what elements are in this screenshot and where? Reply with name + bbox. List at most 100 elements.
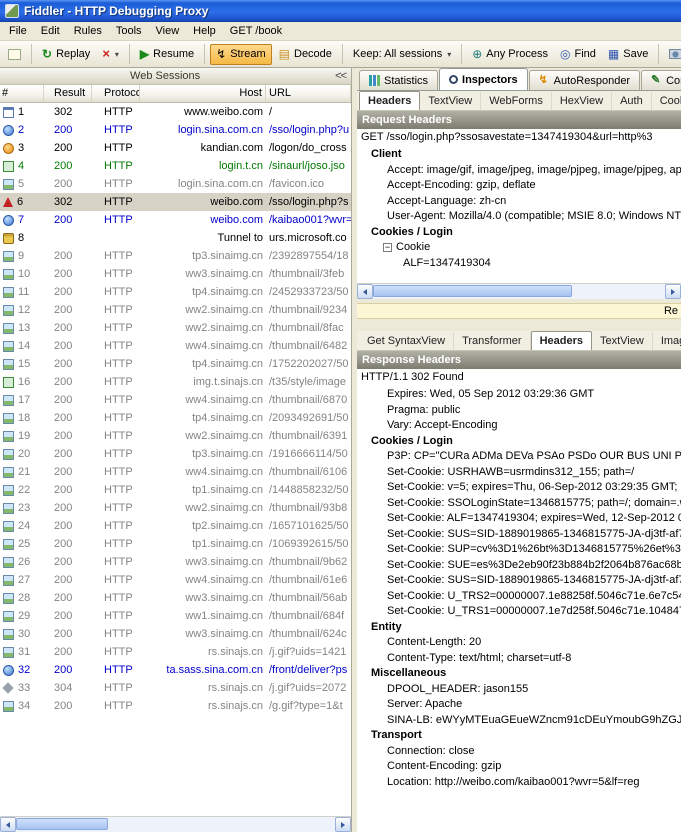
header-item[interactable]: Set-Cookie: SUS=SID-1889019865-134681577…	[357, 573, 681, 589]
session-row-30[interactable]: 30200HTTPww3.sinaimg.cn/thumbnail/624c	[0, 625, 351, 643]
header-item[interactable]: Location: http://weibo.com/kaibao001?wvr…	[357, 775, 681, 791]
session-row-13[interactable]: 13200HTTPww2.sinaimg.cn/thumbnail/8fac	[0, 319, 351, 337]
comment-button[interactable]	[3, 46, 26, 63]
stream-toggle-button[interactable]: ↯Stream	[210, 44, 272, 65]
header-item[interactable]: Set-Cookie: U_TRS2=00000007.1e88258f.504…	[357, 589, 681, 605]
header-item[interactable]: Set-Cookie: v=5; expires=Thu, 06-Sep-201…	[357, 480, 681, 496]
session-row-25[interactable]: 25200HTTPtp1.sinaimg.cn/1069392615/50	[0, 535, 351, 553]
session-row-19[interactable]: 19200HTTPww2.sinaimg.cn/thumbnail/6391	[0, 427, 351, 445]
response-tab-transformer[interactable]: Transformer	[454, 332, 531, 350]
scroll-right-button[interactable]	[335, 817, 351, 832]
session-row-32[interactable]: 32200HTTPta.sass.sina.com.cn/front/deliv…	[0, 661, 351, 679]
column-header-host[interactable]: Host	[140, 85, 266, 102]
session-row-15[interactable]: 15200HTTPtp4.sinaimg.cn/1752202027/50	[0, 355, 351, 373]
keep-sessions-dropdown[interactable]: Keep: All sessions▾	[348, 45, 456, 64]
request-tab-headers[interactable]: Headers	[359, 91, 420, 110]
session-row-28[interactable]: 28200HTTPww3.sinaimg.cn/thumbnail/56ab	[0, 589, 351, 607]
header-item[interactable]: Accept-Language: zh-cn	[357, 194, 681, 210]
session-row-17[interactable]: 17200HTTPww4.sinaimg.cn/thumbnail/6870	[0, 391, 351, 409]
find-button[interactable]: ◎Find	[555, 45, 601, 64]
scroll-left-button[interactable]	[0, 817, 16, 832]
response-tab-headers[interactable]: Headers	[531, 331, 592, 350]
session-row-29[interactable]: 29200HTTPww1.sinaimg.cn/thumbnail/684f	[0, 607, 351, 625]
header-item[interactable]: Accept: image/gif, image/jpeg, image/pjp…	[357, 163, 681, 179]
header-item[interactable]: Set-Cookie: SUE=es%3De2eb90f23b884b2f206…	[357, 558, 681, 574]
session-row-7[interactable]: 7200HTTPweibo.com/kaibao001?wvr=	[0, 211, 351, 229]
cookie-group[interactable]: −Cookie	[357, 240, 681, 256]
session-row-31[interactable]: 31200HTTPrs.sinajs.cn/j.gif?uids=1421	[0, 643, 351, 661]
column-header-result[interactable]: Result	[44, 85, 92, 102]
request-tab-hexview[interactable]: HexView	[552, 92, 612, 110]
request-tab-cookies[interactable]: Cookies	[652, 92, 681, 110]
cookie-item[interactable]: ALF=1347419304	[357, 256, 681, 272]
session-row-4[interactable]: 4200HTTPlogin.t.cn/sinaurl/joso.jso	[0, 157, 351, 175]
response-status-line[interactable]: HTTP/1.1 302 Found	[357, 369, 681, 385]
header-item[interactable]: Set-Cookie: SUS=SID-1889019865-134681577…	[357, 527, 681, 543]
resume-button[interactable]: ▶Resume	[135, 45, 199, 64]
remove-sessions-button[interactable]: ×▾	[97, 45, 124, 64]
request-tab-auth[interactable]: Auth	[612, 92, 652, 110]
request-line[interactable]: GET /sso/login.php?ssosavestate=13474193…	[357, 129, 681, 145]
tab-composer[interactable]: ✎Composer	[641, 70, 681, 90]
minus-expander-icon[interactable]: −	[383, 243, 392, 252]
menu-tools[interactable]: Tools	[109, 23, 149, 39]
session-row-24[interactable]: 24200HTTPtp2.sinaimg.cn/1657101625/50	[0, 517, 351, 535]
column-header-num[interactable]: #	[0, 85, 44, 102]
session-row-14[interactable]: 14200HTTPww4.sinaimg.cn/thumbnail/6482	[0, 337, 351, 355]
screenshot-button[interactable]	[664, 46, 681, 62]
response-tab-textview[interactable]: TextView	[592, 332, 653, 350]
column-header-url[interactable]: URL	[266, 85, 351, 102]
session-row-10[interactable]: 10200HTTPww3.sinaimg.cn/thumbnail/3feb	[0, 265, 351, 283]
session-row-6[interactable]: 6302HTTPweibo.com/sso/login.php?s	[0, 193, 351, 211]
menu-get-book[interactable]: GET /book	[223, 23, 289, 39]
header-item[interactable]: Set-Cookie: ALF=1347419304; expires=Wed,…	[357, 511, 681, 527]
header-item[interactable]: Accept-Encoding: gzip, deflate	[357, 178, 681, 194]
tab-autoresponder[interactable]: ↯AutoResponder	[529, 70, 640, 90]
menu-rules[interactable]: Rules	[67, 23, 109, 39]
session-row-2[interactable]: 2200HTTPlogin.sina.com.cn/sso/login.php?…	[0, 121, 351, 139]
response-encoding-notification[interactable]: Re	[357, 303, 681, 319]
session-row-12[interactable]: 12200HTTPww2.sinaimg.cn/thumbnail/9234	[0, 301, 351, 319]
header-item[interactable]: Connection: close	[357, 744, 681, 760]
session-row-21[interactable]: 21200HTTPww4.sinaimg.cn/thumbnail/6106	[0, 463, 351, 481]
sessions-hscrollbar[interactable]	[0, 816, 351, 832]
header-item[interactable]: Set-Cookie: USRHAWB=usrmdins312_155; pat…	[357, 465, 681, 481]
session-row-22[interactable]: 22200HTTPtp1.sinaimg.cn/1448858232/50	[0, 481, 351, 499]
scroll-right-button[interactable]	[665, 284, 681, 299]
title-bar[interactable]: Fiddler - HTTP Debugging Proxy	[0, 0, 681, 22]
session-row-26[interactable]: 26200HTTPww3.sinaimg.cn/thumbnail/9b62	[0, 553, 351, 571]
header-item[interactable]: Set-Cookie: SSOLoginState=1346815775; pa…	[357, 496, 681, 512]
session-row-11[interactable]: 11200HTTPtp4.sinaimg.cn/2452933723/50	[0, 283, 351, 301]
header-item[interactable]: Content-Type: text/html; charset=utf-8	[357, 651, 681, 667]
scroll-track[interactable]	[373, 284, 665, 299]
session-row-34[interactable]: 34200HTTPrs.sinajs.cn/g.gif?type=1&t	[0, 697, 351, 715]
menu-file[interactable]: File	[2, 23, 34, 39]
request-tab-textview[interactable]: TextView	[420, 92, 481, 110]
column-header-protocol[interactable]: Protocol	[92, 85, 140, 102]
session-row-9[interactable]: 9200HTTPtp3.sinaimg.cn/2392897554/18	[0, 247, 351, 265]
session-row-18[interactable]: 18200HTTPtp4.sinaimg.cn/2093492691/50	[0, 409, 351, 427]
session-row-27[interactable]: 27200HTTPww4.sinaimg.cn/thumbnail/61e6	[0, 571, 351, 589]
replay-button[interactable]: ↻Replay	[37, 45, 95, 64]
header-item[interactable]: Content-Length: 20	[357, 635, 681, 651]
scroll-thumb[interactable]	[16, 818, 108, 830]
menu-edit[interactable]: Edit	[34, 23, 67, 39]
scroll-track[interactable]	[16, 817, 335, 832]
tab-inspectors[interactable]: Inspectors	[439, 68, 528, 90]
session-row-3[interactable]: 3200HTTPkandian.com/logon/do_cross	[0, 139, 351, 157]
any-process-button[interactable]: ⊕Any Process	[467, 45, 553, 64]
header-item[interactable]: Set-Cookie: U_TRS1=00000007.1e7d258f.504…	[357, 604, 681, 620]
scroll-thumb[interactable]	[373, 285, 572, 297]
decode-button[interactable]: ▤Decode	[274, 45, 337, 64]
response-tab-imageview[interactable]: ImageView	[653, 332, 681, 350]
session-row-33[interactable]: 33304HTTPrs.sinajs.cn/j.gif?uids=2072	[0, 679, 351, 697]
tab-statistics[interactable]: Statistics	[359, 70, 438, 90]
save-button[interactable]: ▦Save	[603, 45, 653, 64]
response-tab-get-syntaxview[interactable]: Get SyntaxView	[359, 332, 454, 350]
session-row-8[interactable]: 8Tunnel tours.microsoft.co	[0, 229, 351, 247]
session-row-1[interactable]: 1302HTTPwww.weibo.com/	[0, 103, 351, 121]
session-row-5[interactable]: 5200HTTPlogin.sina.com.cn/favicon.ico	[0, 175, 351, 193]
header-item[interactable]: DPOOL_HEADER: jason155	[357, 682, 681, 698]
header-item[interactable]: Expires: Wed, 05 Sep 2012 03:29:36 GMT	[357, 387, 681, 403]
session-row-20[interactable]: 20200HTTPtp3.sinaimg.cn/1916666114/50	[0, 445, 351, 463]
